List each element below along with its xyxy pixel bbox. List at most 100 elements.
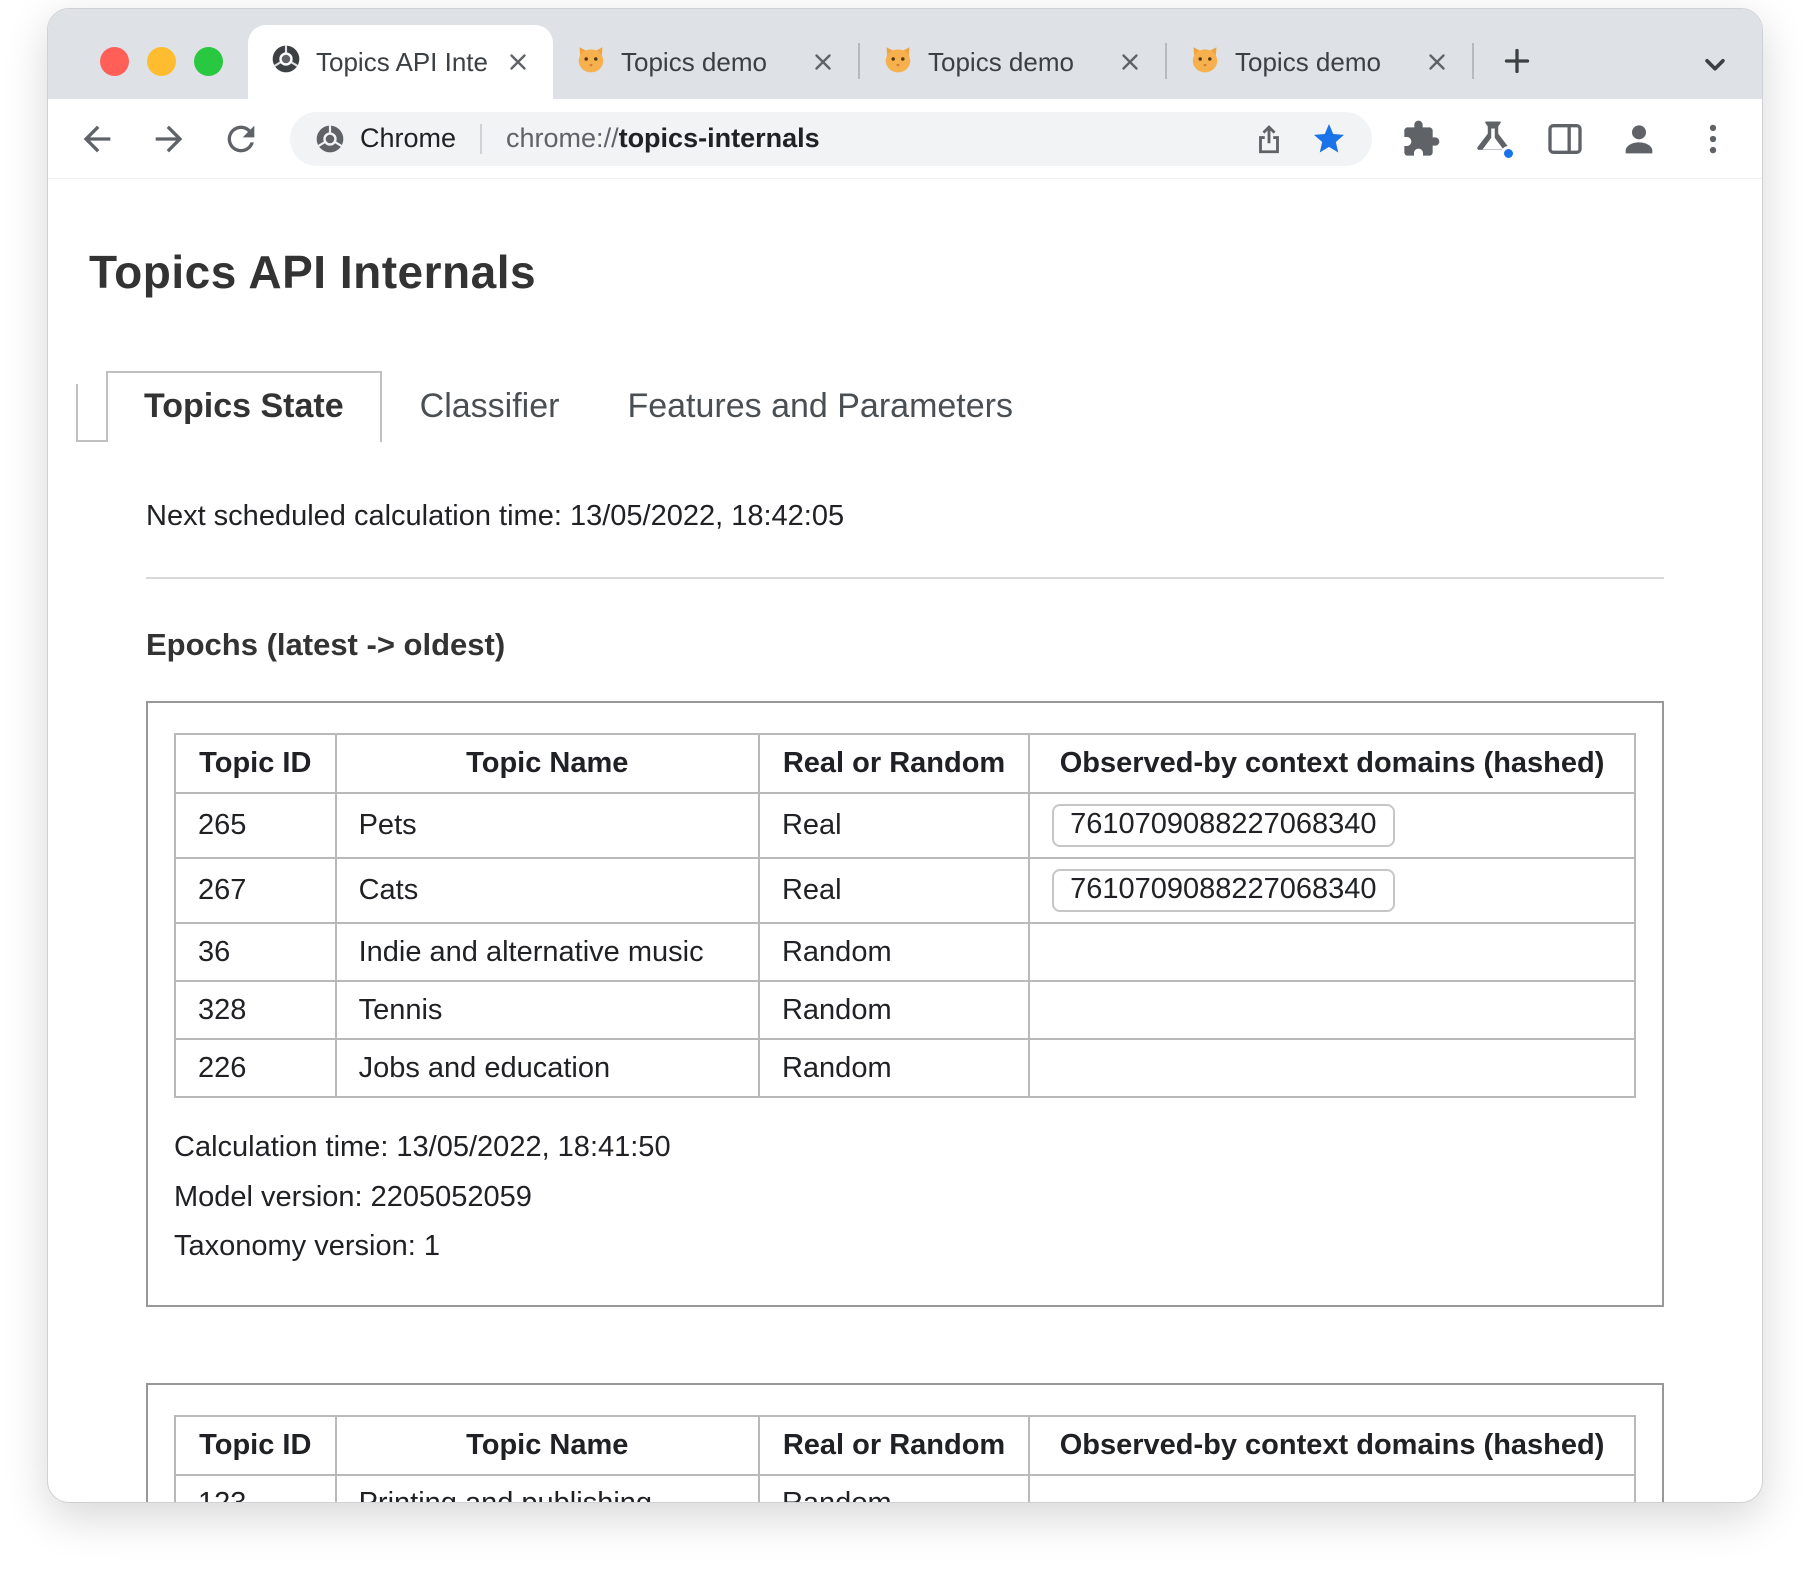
profile-avatar-icon[interactable] — [1616, 116, 1662, 162]
col-observed-domains: Observed-by context domains (hashed) — [1029, 734, 1635, 793]
toolbar-right-icons — [1398, 116, 1736, 162]
tab-features-and-parameters[interactable]: Features and Parameters — [597, 373, 1043, 442]
cell-topic-name: Jobs and education — [336, 1039, 759, 1097]
table-row: 328 Tennis Random — [175, 981, 1635, 1039]
chrome-page-icon — [270, 43, 302, 82]
page-tab-bar: Topics State Classifier Features and Par… — [106, 371, 1664, 442]
epochs-heading: Epochs (latest -> oldest) — [146, 627, 1664, 663]
epoch-1-table: Topic ID Topic Name Real or Random Obser… — [174, 733, 1636, 1098]
browser-tab-topics-demo-3[interactable]: Topics demo — [1167, 25, 1472, 99]
browser-tab-topics-demo-1[interactable]: Topics demo — [553, 25, 858, 99]
bookmark-star-icon[interactable] — [1306, 116, 1352, 162]
cell-topic-id: 267 — [175, 858, 336, 923]
forward-icon[interactable] — [146, 116, 192, 162]
table-row: 36 Indie and alternative music Random — [175, 923, 1635, 981]
tab-label: Topics demo — [621, 47, 792, 78]
chrome-chip: Chrome — [314, 123, 456, 155]
cat-icon — [882, 43, 914, 82]
kebab-menu-icon[interactable] — [1690, 116, 1736, 162]
epoch-2-table: Topic ID Topic Name Real or Random Obser… — [174, 1415, 1636, 1504]
calculation-time: Calculation time: 13/05/2022, 18:41:50 — [174, 1126, 1636, 1170]
cell-observed-domains — [1029, 1475, 1635, 1504]
close-tab-icon[interactable] — [1420, 45, 1454, 79]
close-tab-icon[interactable] — [1113, 45, 1147, 79]
cell-real-or-random: Random — [759, 1475, 1029, 1504]
tab-classifier[interactable]: Classifier — [390, 373, 590, 442]
cell-topic-name: Indie and alternative music — [336, 923, 759, 981]
reload-icon[interactable] — [218, 116, 264, 162]
col-real-or-random: Real or Random — [759, 734, 1029, 793]
epoch-metadata: Calculation time: 13/05/2022, 18:41:50 M… — [174, 1126, 1636, 1269]
new-tab-button[interactable] — [1488, 32, 1546, 90]
browser-tab-topics-demo-2[interactable]: Topics demo — [860, 25, 1165, 99]
cell-topic-name: Tennis — [336, 981, 759, 1039]
table-row: 123 Printing and publishing Random — [175, 1475, 1635, 1504]
table-header-row: Topic ID Topic Name Real or Random Obser… — [175, 734, 1635, 793]
model-version: Model version: 2205052059 — [174, 1176, 1636, 1220]
url-scheme: chrome:// — [506, 123, 619, 153]
cell-topic-id: 123 — [175, 1475, 336, 1504]
cell-real-or-random: Random — [759, 1039, 1029, 1097]
cell-topic-id: 265 — [175, 793, 336, 858]
cell-topic-id: 328 — [175, 981, 336, 1039]
hash-value-field[interactable]: 7610709088227068340 — [1052, 869, 1394, 912]
fullscreen-window-button[interactable] — [194, 47, 223, 76]
close-tab-icon[interactable] — [501, 45, 535, 79]
side-panel-icon[interactable] — [1542, 116, 1588, 162]
table-row: 267 Cats Real 7610709088227068340 — [175, 858, 1635, 923]
page-content: Topics API Internals Topics State Classi… — [48, 179, 1762, 1503]
back-icon[interactable] — [74, 116, 120, 162]
labs-notification-dot — [1501, 146, 1516, 161]
next-calculation-time: Next scheduled calculation time: 13/05/2… — [146, 500, 1664, 533]
cell-observed-domains: 7610709088227068340 — [1029, 858, 1635, 923]
omnibox-divider — [480, 124, 482, 154]
cell-real-or-random: Real — [759, 793, 1029, 858]
table-row: 226 Jobs and education Random — [175, 1039, 1635, 1097]
col-topic-name: Topic Name — [336, 1416, 759, 1475]
cell-topic-id: 36 — [175, 923, 336, 981]
cell-topic-name: Pets — [336, 793, 759, 858]
tab-separator — [1165, 43, 1167, 79]
tab-bar-stub — [76, 384, 106, 442]
tab-topics-state[interactable]: Topics State — [106, 371, 382, 442]
col-real-or-random: Real or Random — [759, 1416, 1029, 1475]
epoch-panel-2: Topic ID Topic Name Real or Random Obser… — [146, 1383, 1664, 1504]
url-text: chrome://topics-internals — [506, 123, 1232, 154]
epoch-panel-1: Topic ID Topic Name Real or Random Obser… — [146, 701, 1664, 1307]
browser-toolbar: Chrome chrome://topics-internals — [48, 99, 1762, 179]
table-row: 265 Pets Real 7610709088227068340 — [175, 793, 1635, 858]
cell-real-or-random: Real — [759, 858, 1029, 923]
cell-topic-name: Cats — [336, 858, 759, 923]
cat-icon — [1189, 43, 1221, 82]
traffic-lights — [100, 47, 223, 76]
tab-separator — [1472, 43, 1474, 79]
tab-separator — [858, 43, 860, 79]
labs-flask-icon[interactable] — [1472, 118, 1514, 160]
tab-label: Topics demo — [928, 47, 1099, 78]
divider — [146, 577, 1664, 579]
table-header-row: Topic ID Topic Name Real or Random Obser… — [175, 1416, 1635, 1475]
hash-value-field[interactable]: 7610709088227068340 — [1052, 804, 1394, 847]
cell-observed-domains — [1029, 923, 1635, 981]
cell-topic-name: Printing and publishing — [336, 1475, 759, 1504]
close-window-button[interactable] — [100, 47, 129, 76]
cell-observed-domains — [1029, 1039, 1635, 1097]
chrome-chip-label: Chrome — [360, 123, 456, 154]
share-icon[interactable] — [1246, 116, 1292, 162]
close-tab-icon[interactable] — [806, 45, 840, 79]
tab-search-chevron-icon[interactable] — [1696, 45, 1734, 88]
cell-real-or-random: Random — [759, 923, 1029, 981]
browser-window: Topics API Intern Topics demo — [47, 8, 1763, 1503]
address-bar[interactable]: Chrome chrome://topics-internals — [290, 112, 1372, 166]
col-topic-id: Topic ID — [175, 1416, 336, 1475]
page-title: Topics API Internals — [89, 245, 1664, 299]
cell-observed-domains — [1029, 981, 1635, 1039]
extensions-puzzle-icon[interactable] — [1398, 116, 1444, 162]
browser-tab-topics-internals[interactable]: Topics API Intern — [248, 25, 553, 99]
tab-label: Topics demo — [1235, 47, 1406, 78]
minimize-window-button[interactable] — [147, 47, 176, 76]
col-topic-name: Topic Name — [336, 734, 759, 793]
col-observed-domains: Observed-by context domains (hashed) — [1029, 1416, 1635, 1475]
cell-observed-domains: 7610709088227068340 — [1029, 793, 1635, 858]
col-topic-id: Topic ID — [175, 734, 336, 793]
